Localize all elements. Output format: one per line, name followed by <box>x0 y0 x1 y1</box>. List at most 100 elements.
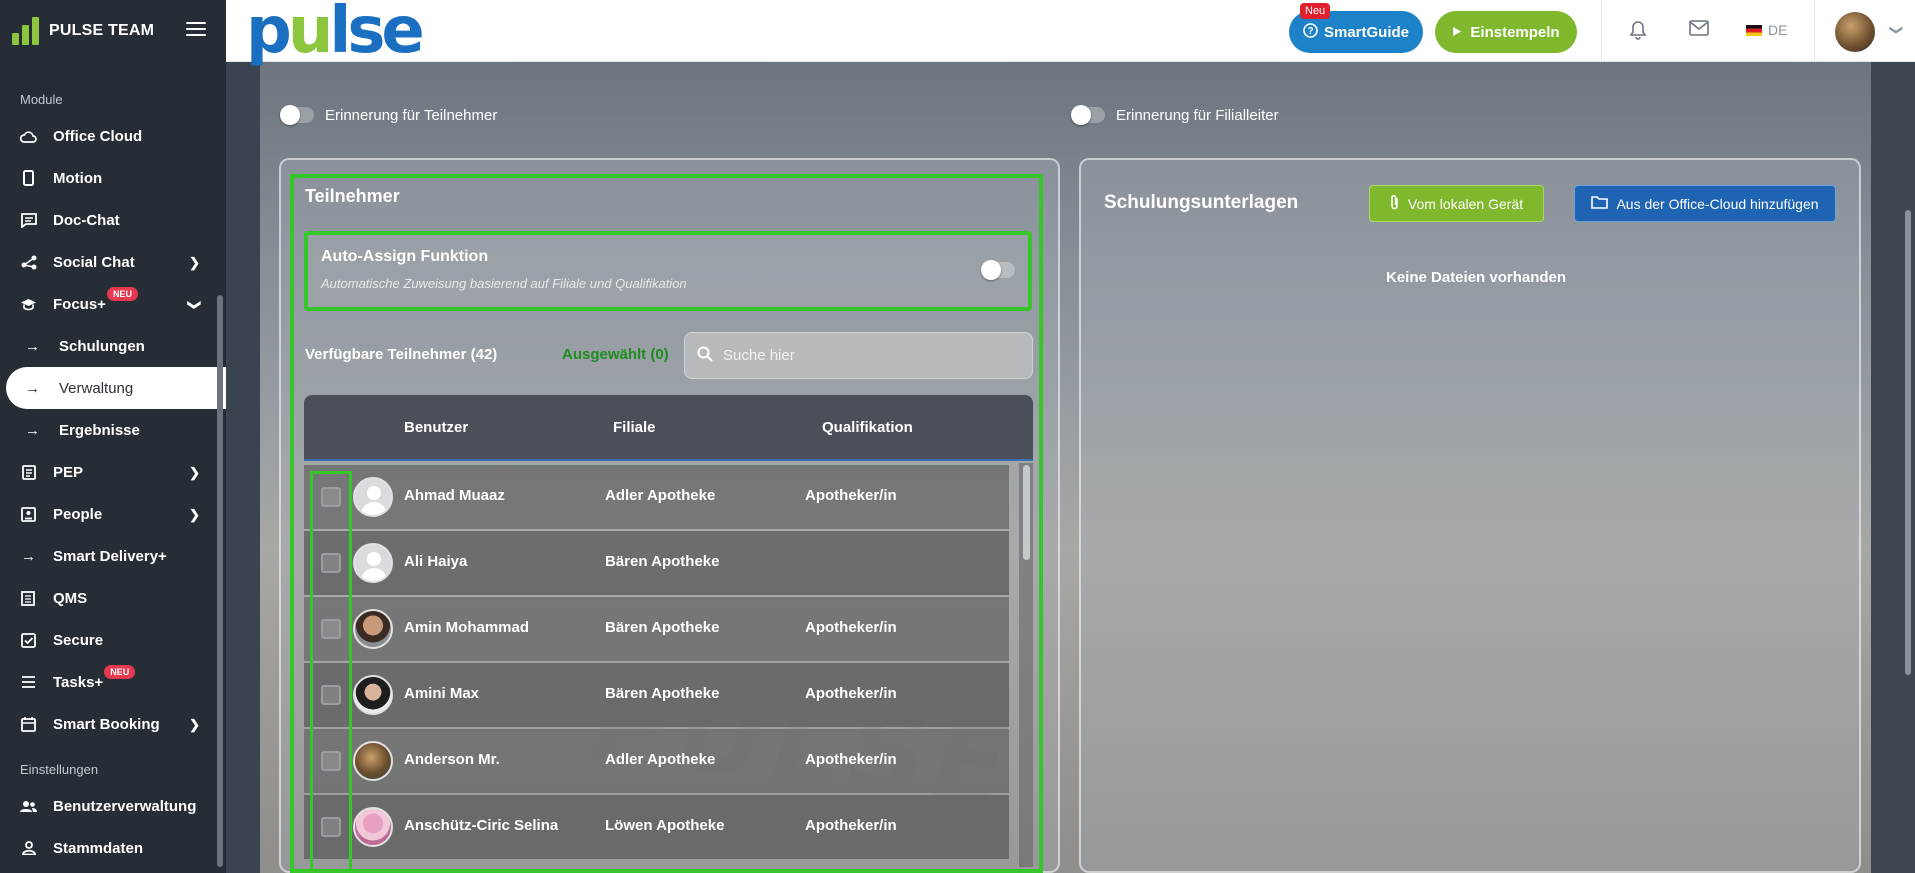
add-from-office-cloud-button[interactable]: Aus der Office-Cloud hinzufügen <box>1574 185 1836 222</box>
smartguide-label: SmartGuide <box>1323 23 1410 41</box>
chevron-right-icon: ❯ <box>189 255 200 270</box>
page-scrollbar[interactable] <box>1905 210 1911 675</box>
no-files-message: Keine Dateien vorhanden <box>1386 269 1567 286</box>
background-wall-left <box>226 62 260 873</box>
svg-text:?: ? <box>1307 26 1313 37</box>
arrow-right-icon: → <box>25 337 40 355</box>
sidebar-item-label: PEP <box>53 463 84 481</box>
german-flag-icon <box>1746 24 1762 36</box>
graduation-icon <box>20 296 37 313</box>
reminder-participants-label: Erinnerung für Teilnehmer <box>325 107 498 124</box>
sidebar-section-modules: Module <box>20 92 63 107</box>
checkbox-icon <box>20 632 37 649</box>
sidebar-item-office-cloud[interactable]: Office Cloud <box>0 115 220 157</box>
pulse-logo-icon <box>12 17 39 45</box>
sidebar-item-label: Secure <box>53 631 104 649</box>
language-label: DE <box>1768 22 1788 38</box>
sidebar-item-label: Doc-Chat <box>53 211 120 229</box>
reminder-branch-manager-toggle[interactable] <box>1071 105 1105 125</box>
new-badge: NEU <box>106 287 138 301</box>
brand-logo[interactable]: pulse <box>246 0 425 63</box>
list-icon <box>20 674 37 691</box>
auto-assign-panel <box>304 231 1032 311</box>
divider <box>1601 0 1602 62</box>
sidebar-item-label: Schulungen <box>59 337 145 355</box>
upload-local-button[interactable]: Vom lokalen Gerät <box>1369 185 1544 222</box>
chat-icon <box>20 212 37 229</box>
auto-assign-subtitle: Automatische Zuweisung basierend auf Fil… <box>321 276 687 291</box>
sidebar-item-label: Stammdaten <box>53 839 144 857</box>
sidebar-item-people[interactable]: People ❯ <box>0 493 220 535</box>
hamburger-menu-icon[interactable] <box>186 22 206 40</box>
sidebar-item-focus[interactable]: Focus+ NEU ❯ <box>0 283 220 325</box>
user-icon <box>20 840 37 857</box>
contact-card-icon <box>20 506 37 523</box>
materials-card <box>1079 158 1861 873</box>
chevron-right-icon: ❯ <box>189 507 200 522</box>
sidebar-item-schulungen[interactable]: → Schulungen <box>0 325 220 367</box>
sidebar-item-label: People <box>53 505 103 523</box>
sidebar-item-motion[interactable]: Motion <box>0 157 220 199</box>
sidebar-item-label: Smart Delivery+ <box>53 547 167 565</box>
sidebar-item-doc-chat[interactable]: Doc-Chat <box>0 199 220 241</box>
sidebar-item-label: Office Cloud <box>53 127 143 145</box>
chevron-down-icon[interactable]: ❯ <box>1888 25 1904 36</box>
clipboard-icon <box>20 464 37 481</box>
sidebar-item-tasks[interactable]: Tasks+ NEU <box>0 661 220 703</box>
sidebar-item-label: Focus+ <box>53 295 106 313</box>
add-from-cloud-label: Aus der Office-Cloud hinzufügen <box>1616 195 1819 212</box>
sidebar-item-label: QMS <box>53 589 88 607</box>
top-bar: pulse Neu ? SmartGuide Einstempeln DE ❯ <box>226 0 1915 63</box>
user-avatar[interactable] <box>1835 12 1875 52</box>
sidebar-item-label: Social Chat <box>53 253 135 271</box>
chevron-right-icon: ❯ <box>189 717 200 732</box>
language-selector[interactable]: DE <box>1746 22 1787 38</box>
sidebar-item-social-chat[interactable]: Social Chat ❯ <box>0 241 220 283</box>
share-icon <box>20 254 37 271</box>
document-icon <box>20 590 37 607</box>
sidebar-item-stammdaten[interactable]: Stammdaten <box>0 827 220 869</box>
sidebar-item-benutzerverwaltung[interactable]: Benutzerverwaltung <box>0 785 220 827</box>
sidebar-item-verwaltung[interactable]: → Verwaltung <box>6 367 226 409</box>
phone-icon <box>20 170 37 187</box>
mail-icon[interactable] <box>1689 20 1709 41</box>
smartguide-new-tag: Neu <box>1300 3 1331 19</box>
sidebar-item-ergebnisse[interactable]: → Ergebnisse <box>0 409 220 451</box>
upload-local-label: Vom lokalen Gerät <box>1407 195 1524 212</box>
sidebar-scrollbar[interactable] <box>217 295 223 867</box>
users-icon <box>20 798 37 815</box>
sidebar-item-smart-delivery[interactable]: → Smart Delivery+ <box>0 535 220 577</box>
help-circle-icon: ? <box>1303 22 1318 42</box>
clock-in-label: Einstempeln <box>1470 23 1560 41</box>
sidebar-item-label: Motion <box>53 169 103 187</box>
sidebar-item-secure[interactable]: Secure <box>0 619 220 661</box>
play-icon <box>1452 24 1462 41</box>
sidebar-item-label: Benutzerverwaltung <box>53 797 197 815</box>
sidebar-item-label: Ergebnisse <box>59 421 140 439</box>
auto-assign-title: Auto-Assign Funktion <box>321 248 489 265</box>
sidebar-section-settings: Einstellungen <box>20 762 99 777</box>
materials-heading: Schulungsunterlagen <box>1104 192 1299 213</box>
sidebar-item-pep[interactable]: PEP ❯ <box>0 451 220 493</box>
cloud-icon <box>20 128 37 145</box>
new-badge: NEU <box>104 665 136 679</box>
divider <box>1814 0 1815 62</box>
sidebar-item-label: Tasks+ <box>53 673 104 691</box>
sidebar-item-qms[interactable]: QMS <box>0 577 220 619</box>
sidebar-item-label: Verwaltung <box>59 379 134 397</box>
reminder-branch-manager-label: Erinnerung für Filialleiter <box>1116 107 1279 124</box>
checkbox-column-highlight <box>310 471 352 873</box>
auto-assign-toggle[interactable] <box>981 260 1015 280</box>
paperclip-icon <box>1390 194 1400 213</box>
calendar-icon <box>20 716 37 733</box>
bell-icon[interactable] <box>1629 20 1647 45</box>
sidebar-item-smart-booking[interactable]: Smart Booking ❯ <box>0 703 220 745</box>
sidebar-item-label: Smart Booking <box>53 715 160 733</box>
folder-icon <box>1591 195 1609 212</box>
sidebar: PULSE TEAM Module Office Cloud Motion Do… <box>0 0 226 873</box>
reminder-participants-toggle[interactable] <box>280 105 314 125</box>
sidebar-title: PULSE TEAM <box>49 22 155 39</box>
chevron-right-icon: ❯ <box>189 465 200 480</box>
clock-in-button[interactable]: Einstempeln <box>1435 11 1577 53</box>
arrow-right-icon: → <box>25 379 40 397</box>
